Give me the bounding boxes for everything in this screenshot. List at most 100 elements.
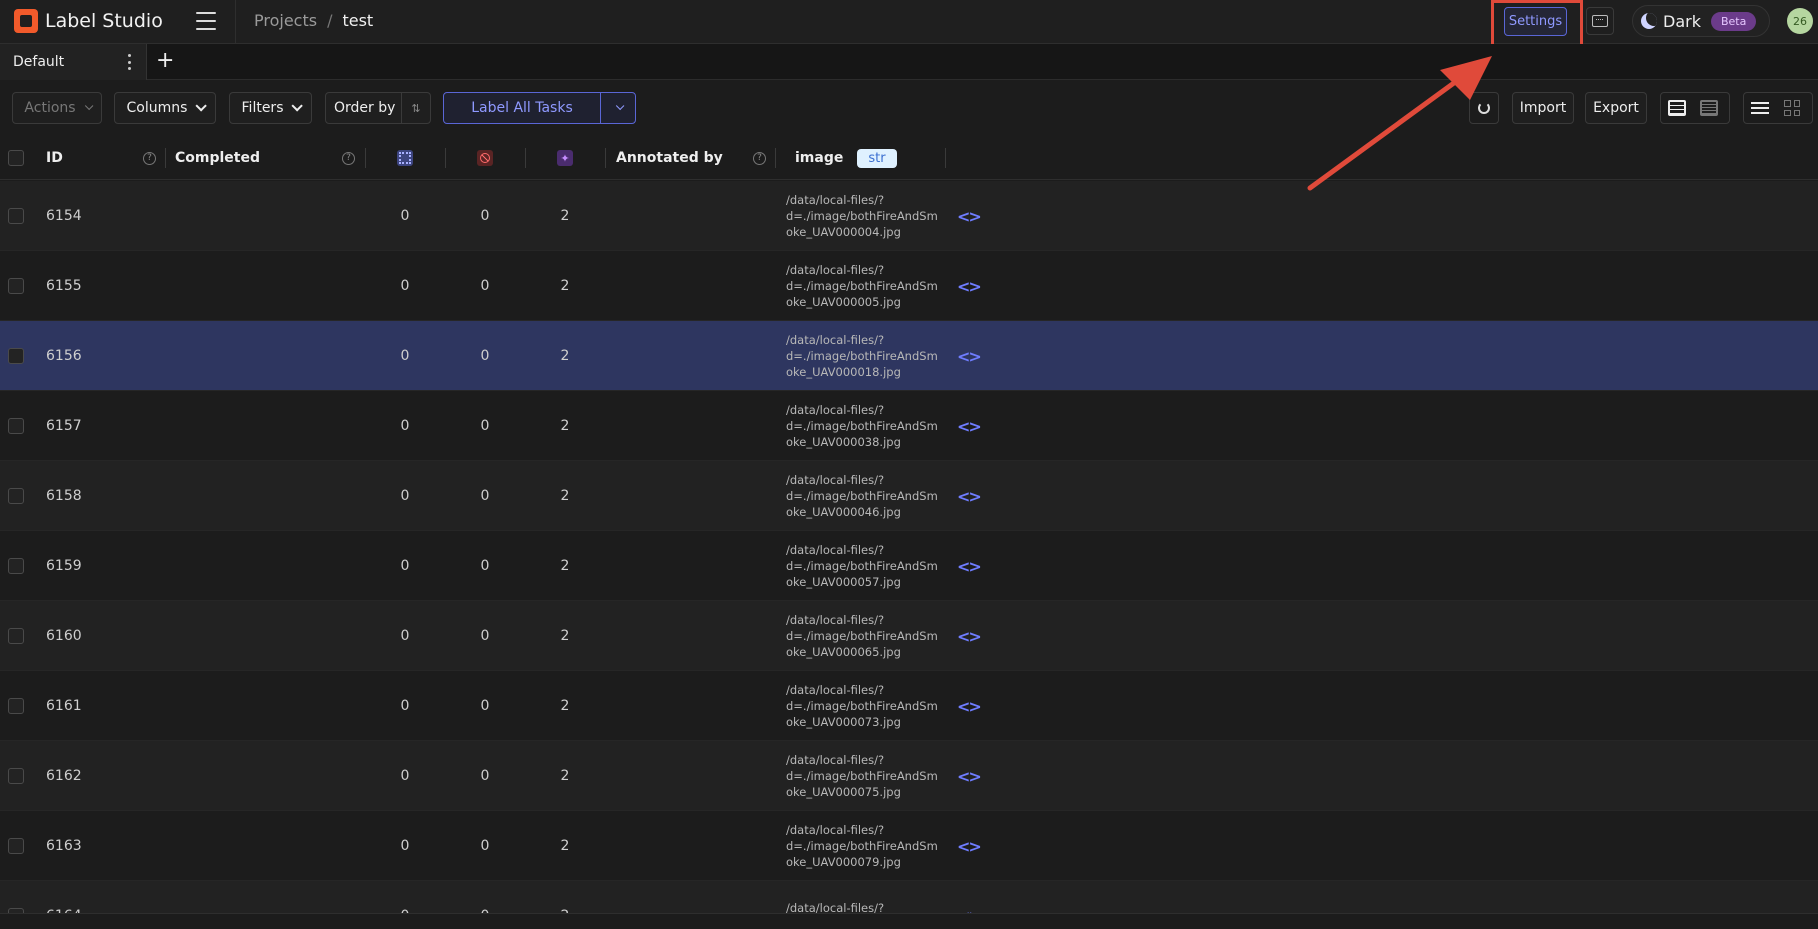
code-icon[interactable]: <> <box>957 697 982 716</box>
cell-total-annotations: 0 <box>400 698 410 714</box>
image-path: /data/local-files/? d=./image/bothFireAnd… <box>786 542 938 590</box>
row-checkbox[interactable] <box>8 558 24 574</box>
row-checkbox[interactable] <box>8 208 24 224</box>
density-comfortable-button[interactable] <box>1661 93 1693 123</box>
table-row[interactable]: 6158 0 0 2/data/local-files/? d=./image/both… <box>0 461 1818 531</box>
chevron-down-icon <box>84 101 93 111</box>
refresh-button[interactable] <box>1469 92 1499 124</box>
code-icon[interactable]: <> <box>957 767 982 786</box>
row-select-cell <box>8 251 24 321</box>
import-button[interactable]: Import <box>1512 92 1574 124</box>
settings-button[interactable]: Settings <box>1504 7 1567 36</box>
label-all-dropdown-button[interactable] <box>601 93 635 123</box>
column-separator <box>605 148 606 168</box>
cell-id: 6163 <box>46 838 82 854</box>
row-select-cell <box>8 181 24 251</box>
cell-image: /data/local-files/? d=./image/bothFireAnd… <box>786 601 938 671</box>
cell-cancelled: 0 <box>480 558 490 574</box>
tab-default[interactable]: Default <box>0 44 147 80</box>
code-icon[interactable]: <> <box>957 627 982 646</box>
row-checkbox[interactable] <box>8 488 24 504</box>
column-header-total-annotations[interactable] <box>397 136 413 180</box>
row-checkbox[interactable] <box>8 838 24 854</box>
column-separator <box>525 148 526 168</box>
cell-predictions: 2 <box>560 418 570 434</box>
cell-total-annotations: 0 <box>385 881 425 913</box>
image-path-line: d=./image/bothFireAndSm <box>786 489 938 503</box>
export-button[interactable]: Export <box>1585 92 1647 124</box>
app-logo[interactable]: Label Studio <box>14 9 163 33</box>
column-header-completed[interactable]: Completed ? <box>175 136 355 180</box>
table-row[interactable]: 6154 0 0 2/data/local-files/? d=./image/both… <box>0 181 1818 251</box>
density-compact-button[interactable] <box>1693 93 1725 123</box>
filters-dropdown[interactable]: Filters <box>229 92 312 124</box>
table-header: ID ? Completed ? ✦ Annotated by ? image … <box>0 136 1818 180</box>
code-icon[interactable]: <> <box>957 837 982 856</box>
row-select-cell <box>8 601 24 671</box>
theme-toggle[interactable]: Dark Beta <box>1632 5 1770 37</box>
help-icon[interactable]: ? <box>342 151 355 165</box>
breadcrumb-projects[interactable]: Projects <box>254 11 317 30</box>
actions-dropdown[interactable]: Actions <box>12 92 102 124</box>
row-checkbox[interactable] <box>8 278 24 294</box>
row-select-cell <box>8 531 24 601</box>
table-row[interactable]: 6157 0 0 2/data/local-files/? d=./image/both… <box>0 391 1818 461</box>
grid-view-button[interactable] <box>1776 93 1808 123</box>
code-icon[interactable]: <> <box>957 347 982 366</box>
row-checkbox[interactable] <box>8 418 24 434</box>
table-row[interactable]: 6160 0 0 2/data/local-files/? d=./image/both… <box>0 601 1818 671</box>
row-select-cell <box>8 671 24 741</box>
table-row[interactable]: 6155 0 0 2/data/local-files/? d=./image/both… <box>0 251 1818 321</box>
help-icon[interactable]: ? <box>753 151 766 165</box>
image-path-line: d=./image/bothFireAndSm <box>786 839 938 853</box>
image-path-line: /data/local-files/? <box>786 683 885 697</box>
user-avatar[interactable]: 26 <box>1787 8 1813 34</box>
table-row[interactable]: 6163 0 0 2/data/local-files/? d=./image/both… <box>0 811 1818 881</box>
code-icon[interactable]: <> <box>957 207 982 226</box>
main-menu-icon[interactable] <box>196 12 216 30</box>
code-icon[interactable]: <> <box>957 277 982 296</box>
list-view-button[interactable] <box>1744 93 1776 123</box>
cancelled-annotations-icon <box>477 150 493 166</box>
table-row[interactable]: 6156 0 0 2/data/local-files/? d=./image/both… <box>0 321 1818 391</box>
help-icon[interactable]: ? <box>143 151 156 165</box>
image-path-line: oke_UAV000046.jpg <box>786 505 901 519</box>
row-checkbox[interactable] <box>8 348 24 364</box>
column-separator <box>165 148 166 168</box>
table-row[interactable]: 6164 0 0 2/data/local-files/?d=./image/both… <box>0 881 1818 913</box>
code-icon[interactable]: <> <box>957 557 982 576</box>
tab-menu-icon[interactable] <box>126 54 132 70</box>
sort-direction-icon[interactable]: ⇅ <box>401 93 429 123</box>
columns-dropdown[interactable]: Columns <box>114 92 216 124</box>
column-header-id[interactable]: ID ? <box>46 136 156 180</box>
image-path-line: d=./image/bothFireAndSm <box>786 699 938 713</box>
row-checkbox[interactable] <box>8 768 24 784</box>
image-path-line: d=./image/bothFireAndSm <box>786 769 938 783</box>
cell-image: /data/local-files/? d=./image/bothFireAnd… <box>786 391 938 461</box>
select-all-checkbox[interactable] <box>8 150 24 166</box>
row-checkbox[interactable] <box>8 628 24 644</box>
code-icon[interactable]: <> <box>957 417 982 436</box>
view-mode-toggle <box>1743 92 1813 124</box>
label-all-tasks-button[interactable]: Label All Tasks <box>444 93 601 123</box>
cell-image: /data/local-files/? d=./image/bothFireAnd… <box>786 811 938 881</box>
label-studio-logo-icon <box>14 9 38 33</box>
add-tab-button[interactable]: + <box>156 50 174 72</box>
table-row[interactable]: 6159 0 0 2/data/local-files/? d=./image/both… <box>0 531 1818 601</box>
column-header-annotated-by[interactable]: Annotated by ? <box>616 136 766 180</box>
cell-code: <> <box>957 391 982 461</box>
row-checkbox[interactable] <box>8 698 24 714</box>
table-row[interactable]: 6162 0 0 2/data/local-files/? d=./image/both… <box>0 741 1818 811</box>
table-row[interactable]: 6161 0 0 2/data/local-files/? d=./image/both… <box>0 671 1818 741</box>
cell-code: <> <box>957 741 982 811</box>
filters-label: Filters <box>241 100 284 116</box>
column-header-image[interactable]: image str <box>795 136 897 180</box>
code-icon[interactable]: <> <box>957 487 982 506</box>
column-header-cancelled[interactable] <box>477 136 493 180</box>
image-path: /data/local-files/? d=./image/bothFireAnd… <box>786 402 938 450</box>
label-all-tasks-group: Label All Tasks <box>443 92 636 124</box>
cell-image: /data/local-files/? d=./image/bothFireAnd… <box>786 251 938 321</box>
order-by-button[interactable]: Order by ⇅ <box>325 92 431 124</box>
hotkeys-button[interactable] <box>1586 7 1614 35</box>
column-header-predictions[interactable]: ✦ <box>557 136 573 180</box>
